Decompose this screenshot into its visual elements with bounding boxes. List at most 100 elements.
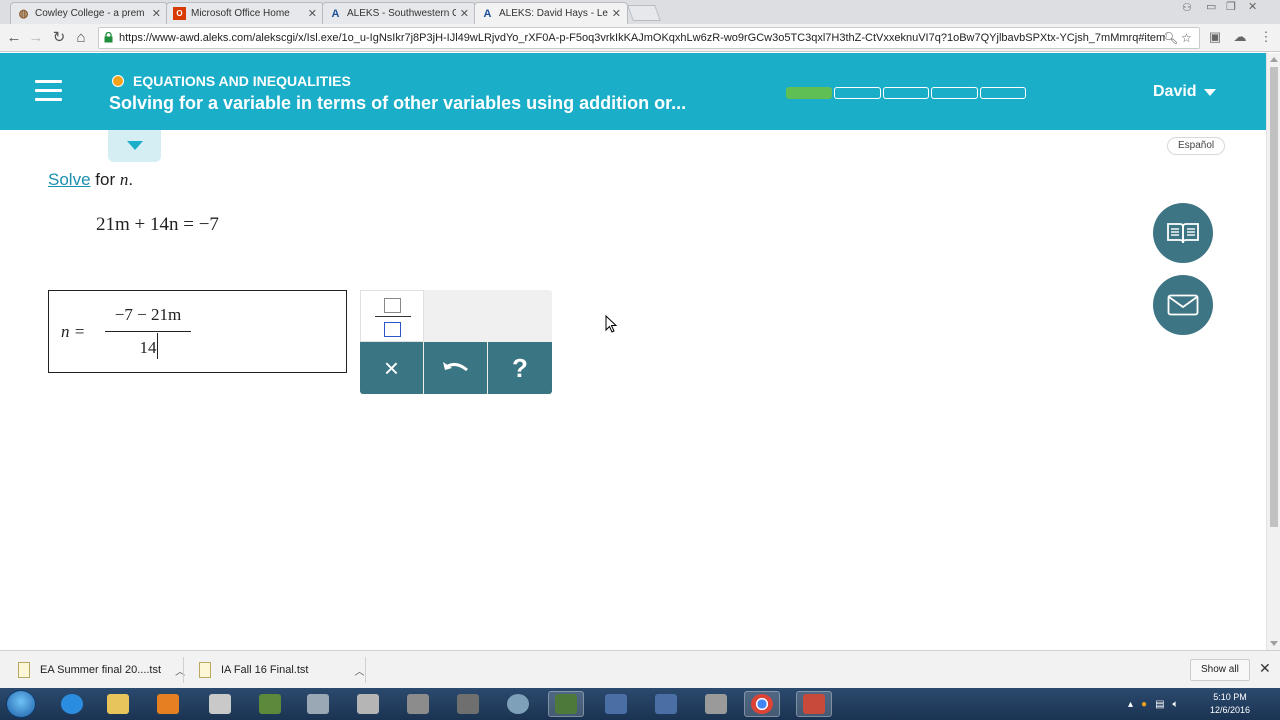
progress-segment	[786, 87, 833, 99]
bookmark-star-icon[interactable]: ☆	[1181, 28, 1192, 48]
chrome-icon[interactable]	[744, 691, 780, 717]
download-item[interactable]: EA Summer final 20....tst ︿	[18, 658, 185, 682]
vertical-scrollbar[interactable]	[1266, 53, 1280, 650]
download-bar: EA Summer final 20....tst ︿ IA Fall 16 F…	[0, 650, 1280, 688]
url-input[interactable]: https://www-awd.aleks.com/alekscgi/x/Isl…	[98, 27, 1200, 49]
app-icon[interactable]	[252, 691, 288, 717]
media-player-icon[interactable]	[150, 691, 186, 717]
message-button[interactable]	[1153, 275, 1213, 335]
solve-link[interactable]: Solve	[48, 170, 91, 189]
scrollbar-thumb[interactable]	[1270, 67, 1278, 527]
home-icon[interactable]: ⌂	[71, 28, 91, 48]
scroll-down-icon[interactable]	[1270, 641, 1278, 646]
windows-taskbar: ▴ ● ▤ 🔈︎ 5:10 PM 12/6/2016	[0, 688, 1280, 720]
tab-title: Cowley College - a prem	[35, 8, 145, 19]
forward-icon[interactable]: →	[26, 28, 46, 48]
chevron-down-icon	[1203, 88, 1216, 96]
progress-bar	[786, 87, 1027, 99]
undo-button[interactable]	[424, 342, 487, 394]
fraction-denominator[interactable]: 14	[105, 338, 191, 362]
tab-aleks-southwestern[interactable]: A ALEKS - Southwestern C ✕	[322, 2, 476, 24]
app-icon[interactable]	[400, 691, 436, 717]
tab-aleks-david-hays[interactable]: A ALEKS: David Hays - Lea ✕	[474, 2, 628, 24]
equation-text: 21m + 14n = −7	[96, 214, 219, 235]
url-text: https://www-awd.aleks.com/alekscgi/x/Isl…	[119, 32, 1166, 44]
app-icon[interactable]	[548, 691, 584, 717]
zoom-icon[interactable]: 🔍︎	[1163, 28, 1178, 48]
app-icon[interactable]	[450, 691, 486, 717]
user-profile-icon[interactable]: ⚇	[1182, 1, 1192, 14]
network-icon[interactable]: ▤	[1155, 699, 1164, 710]
chevron-up-icon[interactable]: ▴	[1128, 699, 1133, 710]
open-book-icon	[1167, 223, 1199, 244]
clock-time: 5:10 PM	[1213, 692, 1247, 702]
aleks-icon: A	[483, 7, 492, 20]
close-tab-icon[interactable]: ✕	[308, 7, 317, 20]
text-cursor	[157, 333, 158, 359]
help-button[interactable]: ?	[488, 342, 552, 394]
aleks-icon: A	[331, 7, 340, 20]
app-icon[interactable]	[598, 691, 634, 717]
answer-input[interactable]: n = −7 − 21m 14	[48, 290, 347, 373]
tab-cowley-college[interactable]: ◍ Cowley College - a prem ✕	[10, 2, 168, 24]
new-tab-button[interactable]	[627, 5, 661, 21]
fraction-numerator[interactable]: −7 − 21m	[105, 305, 191, 329]
tab-title: ALEKS: David Hays - Lea	[499, 8, 608, 19]
extension-icon[interactable]: ☁	[1232, 29, 1248, 45]
clear-button[interactable]: ×	[360, 342, 423, 394]
fraction-template-button[interactable]	[360, 290, 424, 342]
chevron-up-icon[interactable]: ︿	[354, 663, 364, 678]
app-icon[interactable]	[500, 691, 536, 717]
file-explorer-icon[interactable]	[100, 691, 136, 717]
show-all-button[interactable]: Show all	[1190, 659, 1250, 681]
problem-prompt: Solve for n.	[48, 170, 133, 190]
tab-microsoft-office[interactable]: O Microsoft Office Home ✕	[166, 2, 324, 24]
download-item[interactable]: IA Fall 16 Final.tst ︿	[199, 658, 364, 682]
app-icon[interactable]	[698, 691, 734, 717]
restore-icon[interactable]: ❐	[1226, 0, 1236, 13]
address-toolbar: ← → ↻ ⌂ https://www-awd.aleks.com/aleksc…	[0, 24, 1280, 52]
chevron-down-icon	[127, 141, 143, 150]
answer-fraction[interactable]: −7 − 21m 14	[105, 305, 191, 362]
close-tab-icon[interactable]: ✕	[460, 7, 469, 20]
reload-icon[interactable]: ↻	[49, 28, 69, 48]
hamburger-menu-icon[interactable]	[35, 80, 62, 102]
close-window-icon[interactable]: ✕	[1248, 0, 1257, 13]
scroll-up-icon[interactable]	[1270, 57, 1278, 62]
user-menu[interactable]: David	[1153, 83, 1216, 101]
system-clock[interactable]: 5:10 PM 12/6/2016	[1198, 691, 1262, 717]
extension-icon[interactable]: ▣	[1207, 29, 1223, 45]
tab-title: Microsoft Office Home	[191, 8, 290, 19]
app-icon[interactable]	[350, 691, 386, 717]
app-icon[interactable]	[796, 691, 832, 717]
cowley-icon: ◍	[18, 8, 29, 20]
app-icon[interactable]	[648, 691, 684, 717]
progress-segment	[979, 87, 1027, 99]
close-icon[interactable]: ✕	[1259, 660, 1271, 677]
app-icon[interactable]	[202, 691, 238, 717]
internet-explorer-icon[interactable]	[54, 691, 90, 717]
expand-drawer-button[interactable]	[108, 130, 161, 162]
minimize-icon[interactable]: ▭	[1206, 0, 1216, 13]
clock-date: 12/6/2016	[1209, 705, 1251, 715]
close-tab-icon[interactable]: ✕	[612, 7, 621, 20]
tray-app-icon[interactable]: ●	[1141, 699, 1147, 710]
prompt-period: .	[128, 170, 134, 189]
fraction-template-icon	[384, 298, 401, 313]
divider	[183, 657, 184, 683]
menu-icon[interactable]: ⋮	[1258, 29, 1274, 45]
answer-lhs: n =	[61, 322, 86, 341]
ebook-button[interactable]	[1153, 203, 1213, 263]
undo-icon	[442, 362, 468, 372]
divider	[365, 657, 366, 683]
back-icon[interactable]: ←	[4, 28, 24, 48]
fraction-bar	[105, 331, 191, 332]
prompt-text: for	[95, 170, 116, 189]
volume-icon[interactable]: 🔈︎	[1173, 699, 1179, 710]
calculator-icon[interactable]	[300, 691, 336, 717]
start-button[interactable]	[6, 690, 36, 718]
tab-title: ALEKS - Southwestern C	[347, 8, 456, 19]
close-tab-icon[interactable]: ✕	[152, 7, 161, 20]
file-icon	[18, 662, 30, 678]
language-toggle-button[interactable]: Español	[1167, 137, 1226, 155]
